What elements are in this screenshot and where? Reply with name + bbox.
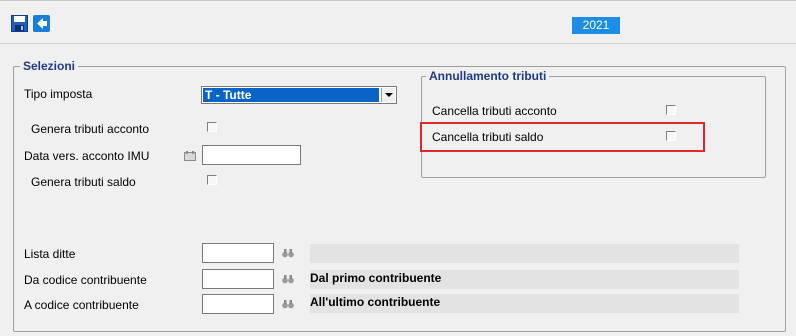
tipo-imposta-select[interactable]: T - Tutte <box>201 86 397 104</box>
cancella-saldo-label: Cancella tributi saldo <box>432 130 544 144</box>
binoculars-icon[interactable] <box>282 248 294 258</box>
genera-acconto-checkbox[interactable] <box>207 122 217 132</box>
lista-ditte-label: Lista ditte <box>24 247 76 261</box>
genera-saldo-label: Genera tributi saldo <box>31 175 136 189</box>
toolbar-bottom-divider <box>0 43 796 44</box>
selezioni-legend: Selezioni <box>20 59 79 73</box>
genera-acconto-label: Genera tributi acconto <box>31 122 150 136</box>
chevron-down-icon[interactable] <box>381 88 395 102</box>
da-codice-description-bar: Dal primo contribuente <box>310 270 739 289</box>
cancella-saldo-checkbox[interactable] <box>666 131 676 141</box>
cancella-acconto-label: Cancella tributi acconto <box>432 104 557 118</box>
cancella-acconto-checkbox[interactable] <box>666 105 676 115</box>
lista-ditte-description <box>310 244 739 263</box>
da-codice-input[interactable] <box>202 269 274 289</box>
calendar-icon[interactable] <box>184 151 196 161</box>
data-vers-input[interactable] <box>202 145 301 165</box>
da-codice-description: Dal primo contribuente <box>310 271 442 285</box>
back-arrow-icon[interactable] <box>33 15 50 32</box>
a-codice-label: A codice contribuente <box>24 298 139 312</box>
da-codice-label: Da codice contribuente <box>24 273 147 287</box>
annullamento-legend: Annullamento tributi <box>426 69 550 83</box>
genera-saldo-checkbox[interactable] <box>207 175 217 185</box>
a-codice-description: All'ultimo contribuente <box>310 295 441 309</box>
save-icon[interactable] <box>11 15 28 32</box>
binoculars-icon[interactable] <box>282 299 294 309</box>
binoculars-icon[interactable] <box>282 274 294 284</box>
data-vers-label: Data vers. acconto IMU <box>24 149 150 163</box>
toolbar-top-divider <box>0 0 796 1</box>
tipo-imposta-label: Tipo imposta <box>24 87 93 101</box>
toolbar: 2021 <box>0 0 796 44</box>
lista-ditte-input[interactable] <box>202 243 274 263</box>
a-codice-input[interactable] <box>202 294 274 314</box>
a-codice-description-bar: All'ultimo contribuente <box>310 294 739 313</box>
tipo-imposta-value: T - Tutte <box>203 88 379 102</box>
year-badge: 2021 <box>572 17 620 34</box>
